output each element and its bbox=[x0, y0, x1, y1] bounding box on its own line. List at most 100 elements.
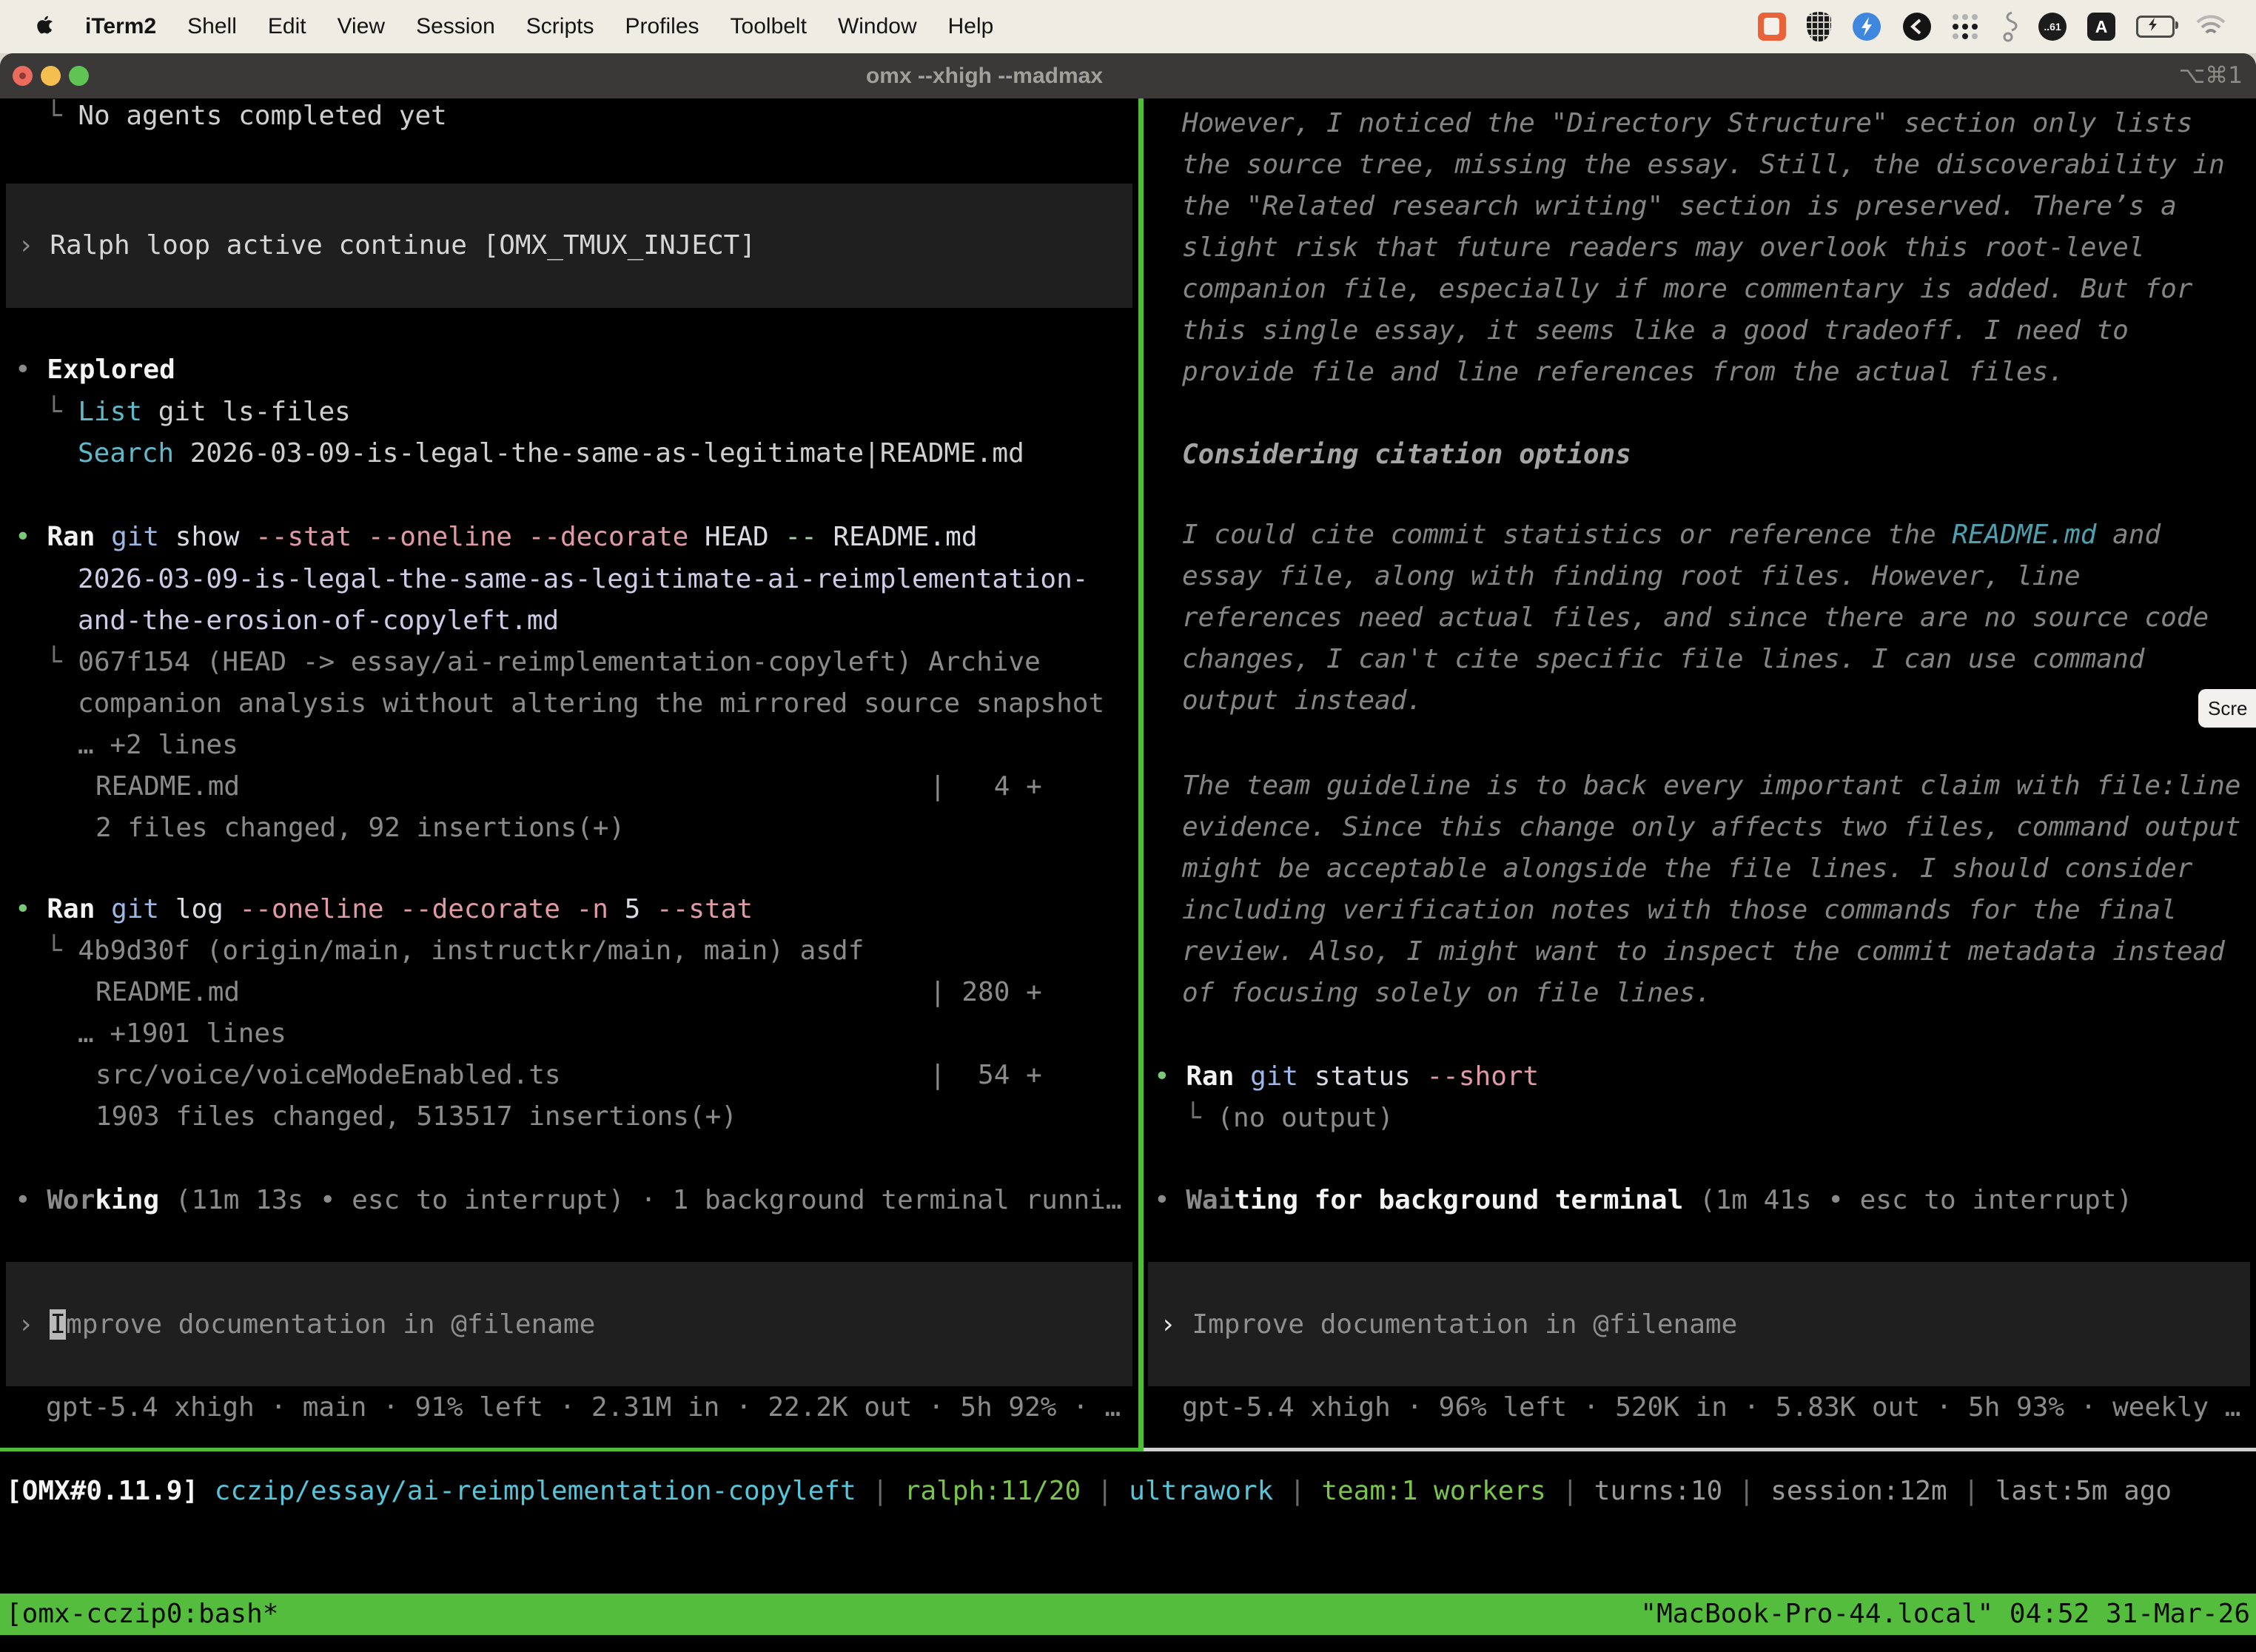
text-run bbox=[95, 894, 111, 924]
text-run: I bbox=[50, 1309, 66, 1340]
terminal-line: › Improve documentation in @filename bbox=[1160, 1304, 1737, 1346]
terminal-line: … +1901 lines bbox=[78, 1013, 286, 1055]
text-run: HEAD bbox=[688, 522, 785, 552]
blue-badge-icon[interactable] bbox=[1852, 12, 1881, 41]
terminal-line: the source tree, missing the essay. Stil… bbox=[1182, 144, 2225, 186]
menu-item-help[interactable]: Help bbox=[948, 14, 994, 39]
terminal-line: └ (no output) bbox=[1185, 1098, 1394, 1139]
terminal-line: 2026-03-09-is-legal-the-same-as-legitima… bbox=[78, 559, 1088, 600]
menu-item-view[interactable]: View bbox=[338, 14, 385, 39]
text-run: ultrawork bbox=[1129, 1476, 1273, 1506]
terminal-line: I could cite commit statistics or refere… bbox=[1182, 514, 2161, 556]
iterm2-window: omx --xhigh --madmax ⌥⌘1 └ No agents com… bbox=[0, 53, 2256, 1652]
text-run bbox=[95, 522, 111, 552]
text-run: provide file and line references from th… bbox=[1182, 357, 2064, 387]
text-run: • bbox=[15, 894, 47, 924]
terminal-line: src/voice/voiceModeEnabled.ts | 54 + bbox=[95, 1055, 1042, 1096]
text-run: king bbox=[95, 1185, 159, 1215]
text-run: mprove documentation in @filename bbox=[66, 1309, 595, 1340]
wifi-icon[interactable] bbox=[2195, 15, 2226, 38]
text-run: --oneline --decorate -n bbox=[239, 894, 608, 924]
terminal-line: Considering citation options bbox=[1182, 434, 1631, 476]
text-run: last:5m ago bbox=[1995, 1476, 2172, 1506]
text-run: --stat --oneline --decorate bbox=[255, 522, 688, 552]
text-run: git ls-files bbox=[142, 397, 351, 427]
terminal-line: However, I noticed the "Directory Struct… bbox=[1182, 103, 2192, 144]
percent-badge-icon[interactable]: ..61 bbox=[2038, 13, 2067, 41]
text-run: • bbox=[1154, 1061, 1186, 1092]
terminal-line: The team guideline is to back every impo… bbox=[1182, 765, 2240, 807]
text-run: 2026-03-09-is-legal-the-same-as-legitima… bbox=[174, 438, 1024, 469]
text-run: README.md | 280 + bbox=[95, 977, 1042, 1007]
terminal-line: • Ran git status --short bbox=[1154, 1056, 1539, 1098]
chat-app-icon[interactable] bbox=[1758, 13, 1786, 41]
terminal-line: of focusing solely on file lines. bbox=[1182, 973, 1711, 1014]
tmux-pane-left[interactable]: └ No agents completed yet› Ralph loop ac… bbox=[0, 98, 1138, 1451]
text-run: (no output) bbox=[1217, 1103, 1393, 1133]
text-run: this single essay, it seems like a good … bbox=[1182, 315, 2129, 346]
text-run: essay file, along with finding root file… bbox=[1182, 561, 2081, 591]
window-title-bar[interactable]: omx --xhigh --madmax ⌥⌘1 bbox=[0, 53, 2256, 98]
terminal-line: 1903 files changed, 513517 insertions(+) bbox=[95, 1096, 737, 1138]
text-run: └ bbox=[46, 101, 78, 131]
zoom-button[interactable] bbox=[69, 66, 89, 86]
apple-icon[interactable] bbox=[34, 15, 54, 38]
battery-icon[interactable] bbox=[2136, 16, 2175, 38]
terminal-line: Search 2026-03-09-is-legal-the-same-as-l… bbox=[78, 433, 1024, 474]
pane-left-bottom-border bbox=[0, 1448, 1138, 1451]
menu-bar: iTerm2 Shell Edit View Session Scripts Profil… bbox=[0, 0, 2256, 53]
text-run: ting for background terminal bbox=[1234, 1185, 1683, 1215]
tmux-pane-right[interactable]: However, I noticed the "Directory Struct… bbox=[1144, 98, 2256, 1451]
menu-item-toolbelt[interactable]: Toolbelt bbox=[731, 14, 807, 39]
menu-item-profiles[interactable]: Profiles bbox=[625, 14, 699, 39]
text-run: | bbox=[1722, 1476, 1770, 1506]
terminal-line: and-the-erosion-of-copyleft.md bbox=[78, 600, 559, 642]
terminal-line: [OMX#0.11.9] cczip/essay/ai-reimplementa… bbox=[6, 1471, 2172, 1512]
a-app-icon[interactable]: A bbox=[2087, 13, 2115, 41]
close-button[interactable] bbox=[13, 66, 33, 86]
text-run: slight risk that future readers may over… bbox=[1182, 232, 2144, 263]
pane-divider[interactable] bbox=[1138, 98, 1144, 1451]
text-run: of focusing solely on file lines. bbox=[1182, 978, 1711, 1008]
terminal-line: changes, I can't cite specific file line… bbox=[1182, 639, 2144, 680]
minimize-button[interactable] bbox=[41, 66, 61, 86]
text-run: output instead. bbox=[1182, 685, 1423, 716]
menu-item-app[interactable]: iTerm2 bbox=[85, 14, 156, 39]
text-run: git bbox=[1250, 1061, 1298, 1092]
menu-item-scripts[interactable]: Scripts bbox=[526, 14, 594, 39]
text-run: including verification notes with those … bbox=[1182, 895, 2177, 925]
pane-right-bottom-border bbox=[1144, 1448, 2256, 1451]
text-run: (1m 41s • esc to interrupt) bbox=[1683, 1185, 2132, 1215]
menu-item-edit[interactable]: Edit bbox=[268, 14, 306, 39]
dots-grid-icon[interactable] bbox=[1953, 14, 1978, 39]
terminal-line: • Ran git show --stat --oneline --decora… bbox=[15, 517, 978, 558]
terminal-line: gpt-5.4 xhigh · 96% left · 520K in · 5.8… bbox=[1182, 1387, 2240, 1428]
terminal-line: README.md | 4 + bbox=[95, 766, 1042, 807]
menu-item-session[interactable]: Session bbox=[416, 14, 495, 39]
hook-icon[interactable] bbox=[1998, 10, 2018, 43]
shield-grid-icon[interactable] bbox=[1807, 12, 1831, 41]
text-run: and-the-erosion-of-copyleft.md bbox=[78, 605, 559, 636]
terminal-line: review. Also, I might want to inspect th… bbox=[1182, 931, 2225, 973]
terminal-line: references need actual files, and since … bbox=[1182, 597, 2209, 639]
terminal-line: … +2 lines bbox=[78, 725, 238, 766]
text-run: companion analysis without altering the … bbox=[78, 688, 1104, 719]
terminal-line: └ 067f154 (HEAD -> essay/ai-reimplementa… bbox=[46, 642, 1041, 683]
terminal-line: this single essay, it seems like a good … bbox=[1182, 310, 2129, 352]
screen-popup[interactable]: Scre bbox=[2198, 689, 2256, 728]
terminal-line: • Working (11m 13s • esc to interrupt) ·… bbox=[15, 1180, 1122, 1221]
text-run: 2026-03-09-is-legal-the-same-as-legitima… bbox=[78, 564, 1088, 594]
dark-circle-arrow-icon[interactable] bbox=[1902, 12, 1932, 41]
terminal-line: • Explored bbox=[15, 349, 175, 391]
text-run: gpt-5.4 xhigh · main · 91% left · 2.31M … bbox=[46, 1392, 1121, 1423]
text-run: └ bbox=[46, 647, 78, 677]
menu-item-shell[interactable]: Shell bbox=[187, 14, 237, 39]
text-run: 2 files changed, 92 insertions(+) bbox=[95, 813, 625, 843]
menu-item-window[interactable]: Window bbox=[838, 14, 917, 39]
desktop: { "menubar": { "app_name": "iTerm2", "it… bbox=[0, 0, 2256, 1652]
text-run: cczip/essay/ai-reimplementation-copyleft bbox=[215, 1476, 856, 1506]
text-run: 5 bbox=[608, 894, 657, 924]
text-run: README.md bbox=[817, 522, 978, 552]
text-run: Search bbox=[78, 438, 174, 469]
text-run: session:12m bbox=[1770, 1476, 1947, 1506]
